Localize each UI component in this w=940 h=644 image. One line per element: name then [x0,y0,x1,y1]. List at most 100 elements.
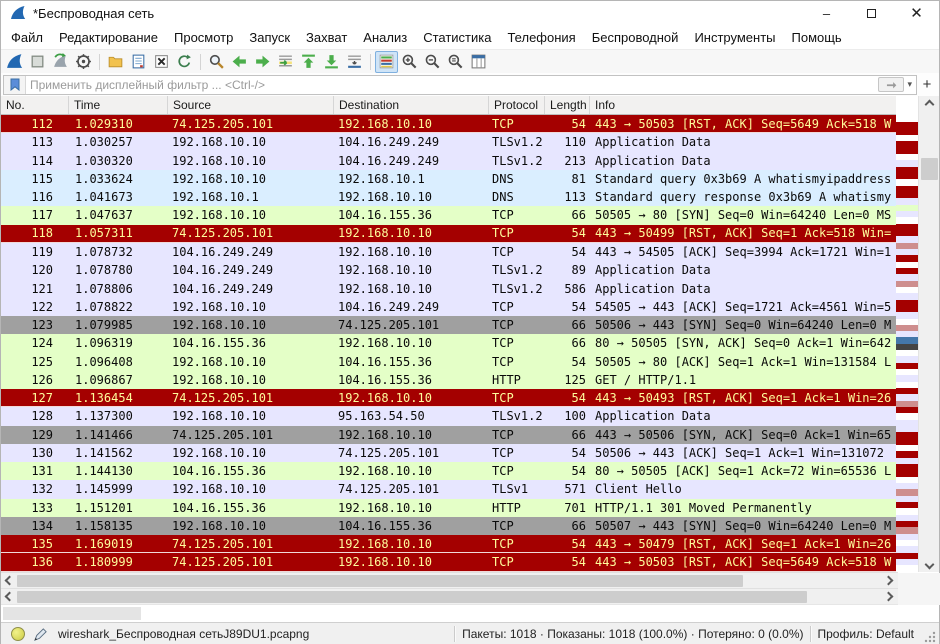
packet-row[interactable]: 1131.030257192.168.10.10104.16.249.249TL… [1,133,896,151]
expert-info-icon[interactable] [11,627,25,641]
go-last-button[interactable] [320,51,343,73]
colorize-packets-button[interactable] [375,51,398,73]
packet-row[interactable]: 1251.096408192.168.10.10104.16.155.36TCP… [1,352,896,370]
packet-row[interactable]: 1211.078806104.16.249.249192.168.10.10TL… [1,279,896,297]
profile-label[interactable]: Профиль: Default [818,627,915,641]
menu-item-7[interactable]: Телефония [499,27,583,48]
scroll-down-button[interactable] [919,556,939,572]
vertical-scrollbar[interactable] [918,96,939,572]
zoom-reset-button[interactable] [444,51,467,73]
packet-row[interactable]: 1301.141562192.168.10.1074.125.205.101TC… [1,444,896,462]
packet-cell-time: 1.078780 [69,261,168,279]
go-back-button[interactable] [228,51,251,73]
hscrollbar-thumb[interactable] [17,575,743,587]
vertical-scrollbar-thumb[interactable] [921,158,938,180]
menu-item-3[interactable]: Запуск [241,27,298,48]
packet-row[interactable]: 1331.151201104.16.155.36192.168.10.10HTT… [1,499,896,517]
maximize-button[interactable] [849,1,894,25]
go-to-packet-button[interactable] [274,51,297,73]
packet-cell-length: 81 [545,170,590,188]
packet-cell-time: 1.096319 [69,334,168,352]
packet-row[interactable]: 1271.13645474.125.205.101192.168.10.10TC… [1,389,896,407]
zoom-out-button[interactable] [421,51,444,73]
packet-row[interactable]: 1221.078822192.168.10.10104.16.249.249TC… [1,298,896,316]
menu-item-2[interactable]: Просмотр [166,27,241,48]
menu-item-4[interactable]: Захват [298,27,355,48]
display-filter-input[interactable] [26,77,878,93]
scroll-right-button[interactable] [880,589,896,604]
scroll-right-button[interactable] [880,573,896,588]
column-header-info[interactable]: Info [590,96,896,114]
packet-minimap[interactable] [896,96,918,572]
column-header-length[interactable]: Length [545,96,590,114]
go-forward-button[interactable] [251,51,274,73]
packet-cell-protocol: TCP [489,352,545,370]
packet-row[interactable]: 1261.096867192.168.10.10104.16.155.36HTT… [1,371,896,389]
reload-file-button[interactable] [173,51,196,73]
menu-item-1[interactable]: Редактирование [51,27,166,48]
packet-row[interactable]: 1311.144130104.16.155.36192.168.10.10TCP… [1,462,896,480]
menu-item-0[interactable]: Файл [3,27,51,48]
packet-row[interactable]: 1361.18099974.125.205.101192.168.10.10TC… [1,553,896,571]
packet-row[interactable]: 1171.047637192.168.10.10104.16.155.36TCP… [1,206,896,224]
packet-row[interactable]: 1161.041673192.168.10.1192.168.10.10DNS1… [1,188,896,206]
zoom-in-button[interactable] [398,51,421,73]
packet-row[interactable]: 1241.096319104.16.155.36192.168.10.10TCP… [1,334,896,352]
menu-item-5[interactable]: Анализ [355,27,415,48]
menu-item-10[interactable]: Помощь [784,27,850,48]
packet-row[interactable]: 1231.079985192.168.10.1074.125.205.101TC… [1,316,896,334]
packet-row[interactable]: 1141.030320192.168.10.10104.16.249.249TL… [1,152,896,170]
go-first-button[interactable] [297,51,320,73]
scroll-left-button[interactable] [1,573,17,588]
column-header-source[interactable]: Source [168,96,334,114]
packet-row[interactable]: 1341.158135192.168.10.10104.16.155.36TCP… [1,517,896,535]
capture-options-button[interactable] [72,51,95,73]
scroll-left-button[interactable] [1,589,17,604]
resize-grip[interactable] [924,631,936,643]
packet-row[interactable]: 1121.02931074.125.205.101192.168.10.10TC… [1,115,896,133]
packet-cell-no: 125 [1,352,69,370]
packet-row[interactable]: 1201.078780104.16.249.249192.168.10.10TL… [1,261,896,279]
filter-dropdown-caret-icon[interactable]: ▾ [906,79,916,90]
packet-cell-protocol: TCP [489,462,545,480]
close-file-button[interactable] [150,51,173,73]
auto-scroll-button[interactable] [343,51,366,73]
apply-filter-button[interactable]: ➞ [878,77,904,92]
start-capture-button[interactable] [3,51,26,73]
packet-row[interactable]: 1291.14146674.125.205.101192.168.10.10TC… [1,426,896,444]
right-rail [896,96,939,572]
display-filter-field[interactable]: ➞ ▾ [3,75,917,95]
stop-capture-button[interactable] [26,51,49,73]
find-packet-button[interactable] [205,51,228,73]
packet-row[interactable]: 1151.033624192.168.10.10192.168.10.1DNS8… [1,170,896,188]
menu-item-8[interactable]: Беспроводной [584,27,687,48]
packet-row[interactable]: 1321.145999192.168.10.1074.125.205.101TL… [1,480,896,498]
restart-capture-button[interactable] [49,51,72,73]
menu-item-9[interactable]: Инструменты [686,27,783,48]
hscrollbar-thumb[interactable] [17,591,807,603]
packet-cell-info: 80 → 50505 [SYN, ACK] Seq=0 Ack=1 Win=64… [590,334,896,352]
close-button[interactable]: ✕ [894,1,939,25]
packet-list-hscrollbar[interactable] [1,572,898,588]
packet-cell-protocol: TLSv1.2 [489,133,545,151]
open-file-button[interactable] [104,51,127,73]
scroll-up-button[interactable] [919,96,939,112]
column-header-destination[interactable]: Destination [334,96,489,114]
filter-bookmark-button[interactable] [4,76,26,94]
minimize-button[interactable]: – [804,1,849,25]
packet-row[interactable]: 1281.137300192.168.10.1095.163.54.50TLSv… [1,407,896,425]
packet-cell-length: 89 [545,261,590,279]
capture-comment-icon[interactable] [33,627,48,642]
column-header-no[interactable]: No. [1,96,69,114]
packet-row[interactable]: 1181.05731174.125.205.101192.168.10.10TC… [1,225,896,243]
save-file-button[interactable] [127,51,150,73]
resize-columns-button[interactable] [467,51,490,73]
packet-row[interactable]: 1191.078732104.16.249.249192.168.10.10TC… [1,243,896,261]
secondary-hscrollbar[interactable] [1,588,898,604]
packet-cell-protocol: TCP [489,553,545,570]
column-header-time[interactable]: Time [69,96,168,114]
add-filter-button[interactable]: + [917,75,937,95]
column-header-protocol[interactable]: Protocol [489,96,545,114]
packet-row[interactable]: 1351.16901974.125.205.101192.168.10.10TC… [1,535,896,553]
menu-item-6[interactable]: Статистика [415,27,499,48]
